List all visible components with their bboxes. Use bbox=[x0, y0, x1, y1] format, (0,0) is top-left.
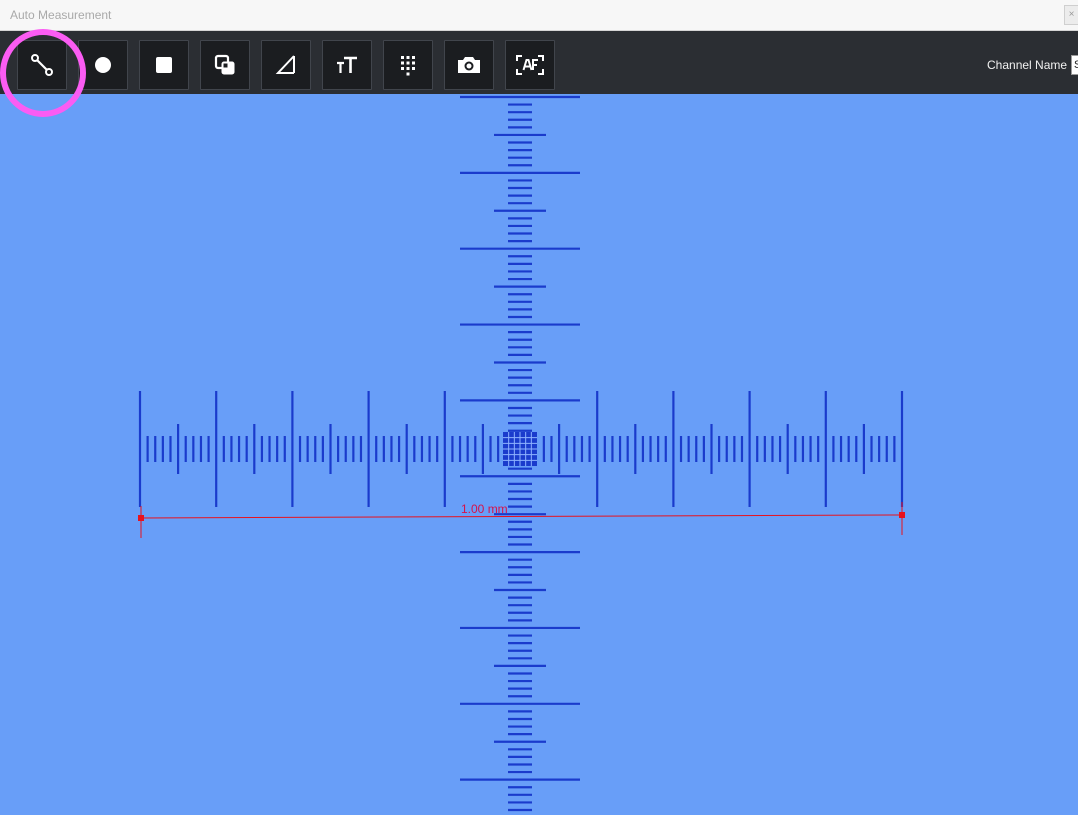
measurement-handle-right[interactable] bbox=[899, 512, 905, 518]
circle-tool-button[interactable] bbox=[78, 40, 128, 90]
capture-button[interactable] bbox=[444, 40, 494, 90]
square-icon bbox=[156, 57, 172, 73]
grid-tool-button[interactable] bbox=[383, 40, 433, 90]
autofocus-icon bbox=[516, 55, 544, 75]
line-measure-button[interactable] bbox=[17, 40, 67, 90]
autofocus-button[interactable] bbox=[505, 40, 555, 90]
measurement-label: 1.00 mm bbox=[461, 502, 508, 516]
camera-icon bbox=[458, 57, 480, 73]
window-title: Auto Measurement bbox=[10, 8, 112, 22]
window-close-button[interactable]: × bbox=[1064, 5, 1078, 25]
measurement-handle-left[interactable] bbox=[138, 515, 144, 521]
reticle-scale bbox=[138, 95, 905, 812]
rectangle-tool-button[interactable] bbox=[139, 40, 189, 90]
overlap-squares-icon bbox=[214, 54, 235, 75]
camera-viewport[interactable]: 1.00 mm bbox=[0, 94, 1078, 815]
circle-icon bbox=[95, 57, 111, 73]
angle-tool-button[interactable] bbox=[261, 40, 311, 90]
channel-name-label: Channel Name bbox=[987, 58, 1068, 72]
channel-name-select[interactable]: S bbox=[1071, 55, 1078, 75]
dot-grid-icon bbox=[401, 56, 415, 76]
text-tool-button[interactable] bbox=[322, 40, 372, 90]
angle-triangle-icon bbox=[275, 55, 295, 74]
line-measure-icon bbox=[31, 54, 53, 76]
window-titlebar: Auto Measurement × bbox=[0, 0, 1078, 31]
measurement-line bbox=[140, 514, 903, 519]
text-size-icon bbox=[337, 56, 357, 73]
overlap-tool-button[interactable] bbox=[200, 40, 250, 90]
toolbar: Channel Name S bbox=[0, 31, 1078, 94]
